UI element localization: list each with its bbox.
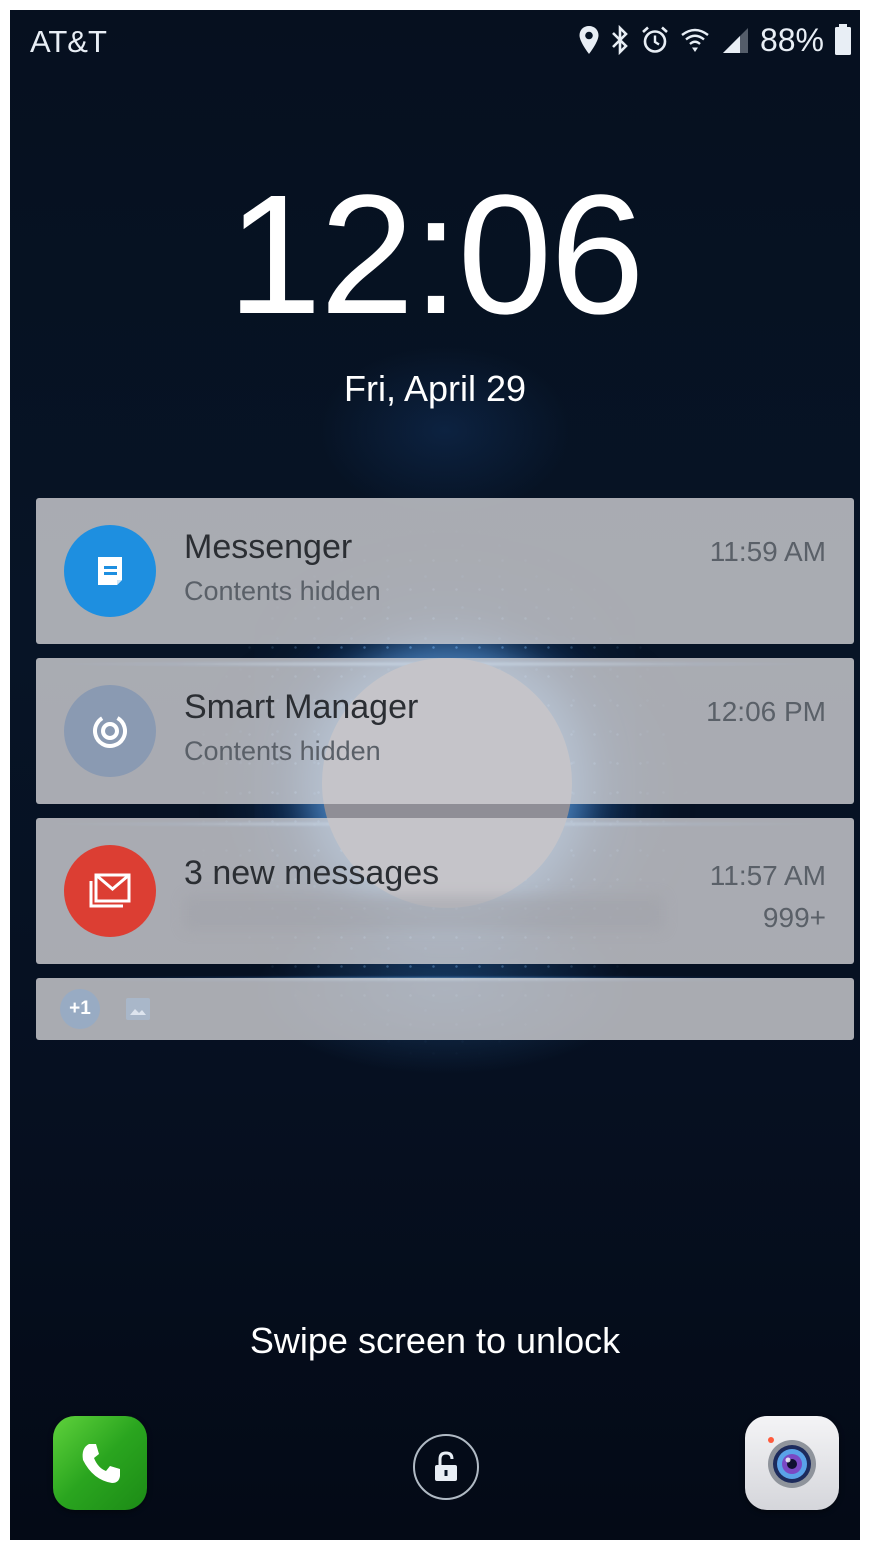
more-notifications[interactable]: +1 [36, 978, 854, 1040]
unlock-hint: Swipe screen to unlock [249, 1320, 621, 1361]
camera-shortcut[interactable] [745, 1416, 839, 1510]
notification-messenger[interactable]: Messenger Contents hidden 11:59 AM [36, 498, 854, 644]
smart-manager-icon [64, 685, 156, 777]
gmail-icon [64, 845, 156, 937]
camera-icon [768, 1437, 816, 1488]
status-bar: AT&T 88% [10, 10, 860, 70]
alarm-icon [642, 26, 668, 53]
phone-shortcut[interactable] [53, 1416, 147, 1510]
notification-smart-manager[interactable]: Smart Manager Contents hidden 12:06 PM [36, 658, 854, 804]
notification-count: 999+ [762, 902, 826, 933]
notification-time: 12:06 PM [706, 696, 826, 727]
notification-subtitle: Contents hidden [184, 576, 381, 606]
battery-icon [835, 24, 851, 55]
image-icon [126, 998, 150, 1020]
clock: 12:06 [227, 160, 644, 350]
phone-icon [82, 1444, 120, 1483]
wifi-icon [681, 28, 709, 52]
location-icon [579, 26, 599, 54]
messenger-icon [64, 525, 156, 617]
unlock-button[interactable] [413, 1434, 479, 1500]
battery-percent: 88% [759, 21, 824, 58]
notification-time: 11:59 AM [709, 536, 826, 567]
notification-title: Smart Manager [184, 688, 419, 726]
notification-subtitle: Contents hidden [184, 736, 381, 766]
more-count-badge: +1 [60, 989, 100, 1029]
carrier-name: AT&T [30, 24, 107, 59]
notification-preview-blurred [184, 896, 664, 930]
bluetooth-icon [612, 25, 628, 55]
notification-title: 3 new messages [184, 854, 440, 892]
lock-screen[interactable]: AT&T 88% 12:06 Fri, April 29 Messenger C… [10, 10, 860, 1540]
status-icons: 88% [578, 22, 852, 58]
signal-icon [722, 28, 748, 53]
notification-title: Messenger [184, 528, 353, 566]
unlock-icon [435, 1451, 457, 1481]
notification-time: 11:57 AM [709, 860, 826, 891]
notification-gmail[interactable]: 3 new messages 11:57 AM 999+ [36, 818, 854, 964]
date: Fri, April 29 [343, 368, 527, 409]
